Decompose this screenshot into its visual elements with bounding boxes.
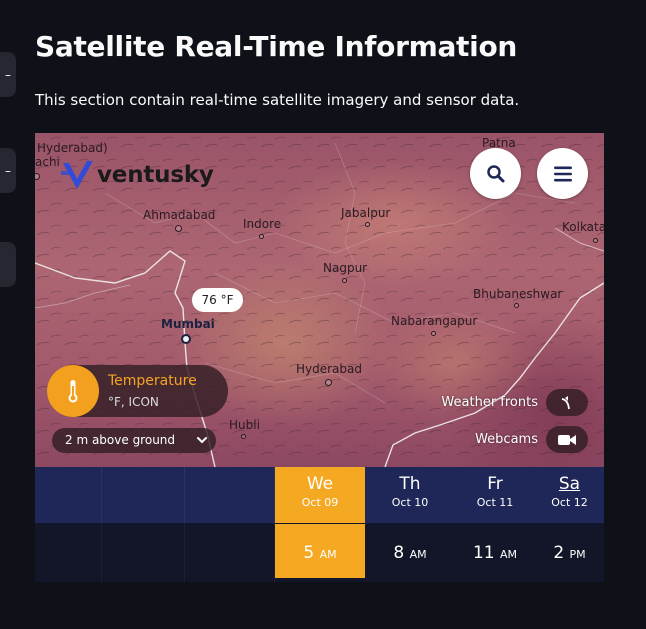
hour-slot-8am[interactable]: 8 AM [365,524,455,582]
search-icon [486,164,504,182]
hour-ampm: AM [409,548,427,561]
day-row: We Oct 09 Th Oct 10 Fr Oct 11 Sa Oct 12 [35,467,604,523]
hour-ampm: AM [500,548,518,561]
hour-row: 5 AM 8 AM 11 AM 2 PM [35,524,604,582]
city-label: Jabalpur [341,206,391,220]
day-name: Th [399,474,421,494]
ventusky-logo[interactable]: ventusky [61,159,214,191]
timeline-empty-cell [102,524,185,582]
search-button[interactable] [470,148,521,199]
temperature-bubble: 76 °F [192,288,243,312]
city-label: Hyderabad [296,362,362,376]
hour-value: 8 [393,543,405,563]
city-label: Hyderabad) [37,141,108,155]
city-dot [365,222,370,227]
hour-value: 2 [553,543,565,563]
city-dot [514,303,519,308]
hour-slot-5am[interactable]: 5 AM [275,524,365,578]
weather-fronts-icon [546,389,588,416]
day-date: Oct 12 [551,496,588,509]
day-tab-fr[interactable]: Fr Oct 11 [455,467,535,523]
city-dot [175,225,182,232]
layer-name: Temperature [108,373,197,389]
weather-fronts-toggle[interactable]: Weather fronts [441,389,588,416]
day-date: Oct 09 [301,496,339,509]
hour-value: 11 [472,543,495,563]
timeline-empty-cell [102,467,185,523]
city-dot [325,379,332,386]
ventusky-logo-mark [61,161,93,189]
city-label: Ahmadabad [143,208,216,222]
hour-slot-11am[interactable]: 11 AM [455,524,535,582]
city-dot [259,234,264,239]
city-dot [241,434,246,439]
thermometer-icon [47,365,99,417]
hour-value: 5 [303,543,315,563]
day-tab-sa[interactable]: Sa Oct 12 [535,467,604,523]
dash-icon: – [5,163,11,178]
chevron-down-icon [197,437,207,444]
timeline-empty-cell [35,467,102,523]
city-label: Indore [243,217,282,231]
menu-icon [553,166,572,181]
city-dot [431,331,436,336]
sidebar-toggle-3[interactable] [0,242,16,287]
video-camera-icon [546,426,588,453]
timeline-empty-cell [185,467,275,523]
city-label: achi [35,155,60,169]
city-label: Bhubaneshwar [473,287,563,301]
menu-button[interactable] [537,148,588,199]
hour-ampm: AM [319,548,337,561]
timeline-empty-cell [185,524,275,582]
city-dot-mumbai [181,334,191,344]
hour-slot-2pm[interactable]: 2 PM [535,524,604,582]
sidebar-toggle-2[interactable]: – [0,148,16,193]
webcams-label: Webcams [475,432,538,447]
page-title: Satellite Real-Time Information [35,30,518,63]
day-date: Oct 10 [391,496,429,509]
sidebar-toggle-1[interactable]: – [0,52,16,97]
layer-selector[interactable]: Temperature °F, ICON [47,365,228,417]
city-label: Hubli [229,418,260,432]
dash-icon: – [5,67,11,82]
day-name: We [306,474,334,494]
day-name: Sa [558,474,581,494]
weather-map[interactable]: Hyderabad) achi Patna Ahmadabad Indore J… [35,133,604,467]
day-tab-we[interactable]: We Oct 09 [275,467,365,523]
forecast-timeline: We Oct 09 Th Oct 10 Fr Oct 11 Sa Oct 12 … [35,467,604,582]
day-name: Fr [487,474,503,494]
weather-fronts-label: Weather fronts [441,395,538,410]
hour-ampm: PM [569,548,586,561]
day-date: Oct 11 [476,496,514,509]
city-label: Kolkata [562,220,604,234]
webcams-toggle[interactable]: Webcams [475,426,588,453]
altitude-select[interactable]: 2 m above ground [52,428,216,453]
city-label-mumbai: Mumbai [161,317,215,331]
city-dot [342,278,347,283]
layer-unit-model: °F, ICON [108,395,159,409]
altitude-select-value: 2 m above ground [65,433,176,447]
ventusky-logo-text: ventusky [97,162,214,188]
city-dot [593,238,598,243]
city-label: Nabarangapur [391,314,478,328]
page-description: This section contain real-time satellite… [35,91,520,109]
timeline-empty-cell [35,524,102,582]
city-label: Nagpur [323,261,368,275]
day-tab-th[interactable]: Th Oct 10 [365,467,455,523]
